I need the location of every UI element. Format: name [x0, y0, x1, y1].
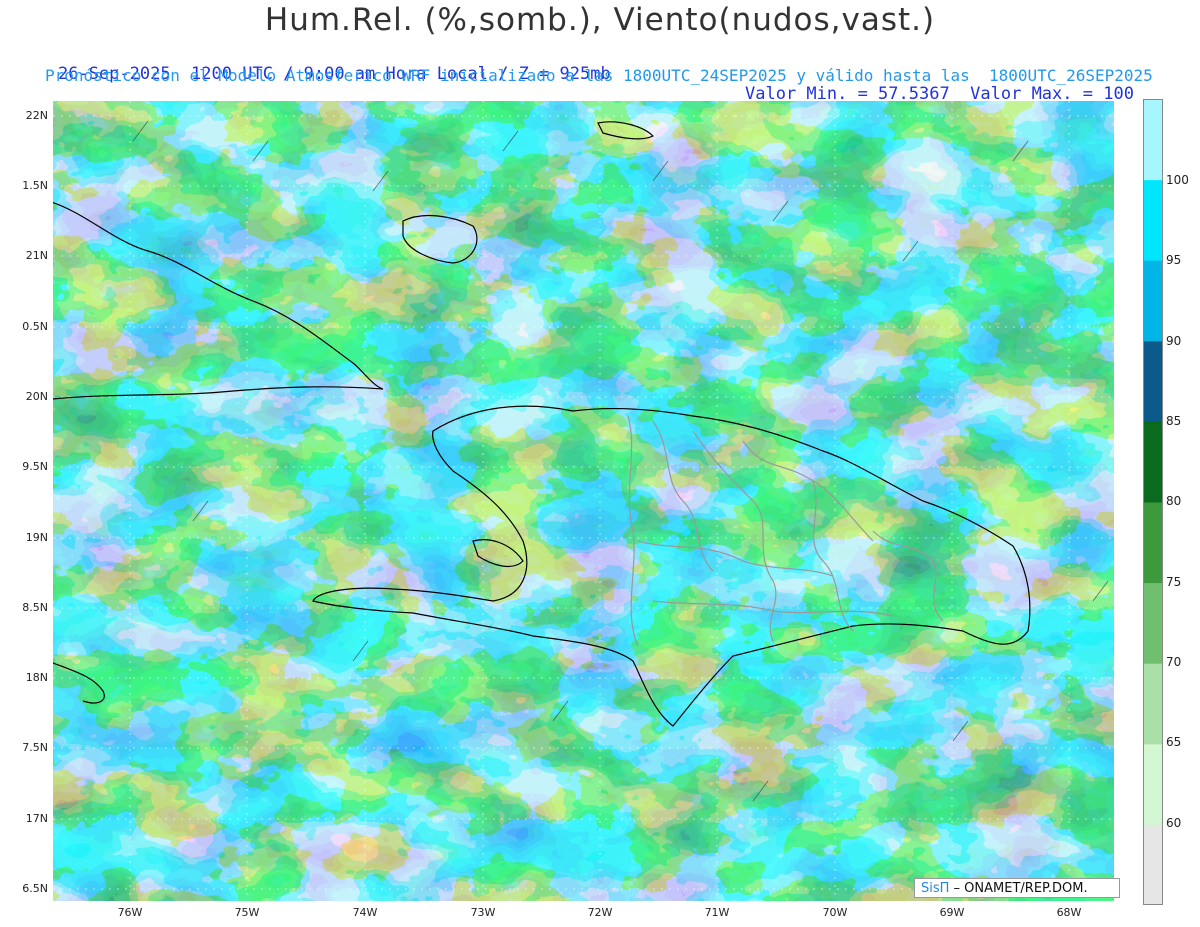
colorbar: [1143, 99, 1163, 905]
lat-label: 22N: [25, 109, 48, 122]
colorbar-label: 80: [1166, 494, 1182, 508]
colorbar-label: 60: [1166, 816, 1182, 830]
colorbar-segment: [1143, 502, 1163, 584]
colorbar-segment: [1143, 421, 1163, 503]
humidity-map: [53, 101, 1114, 901]
colorbar-label: 90: [1166, 334, 1182, 348]
colorbar-segment: [1143, 743, 1163, 825]
lat-label: 20N: [25, 390, 48, 403]
lon-label: 76W: [117, 906, 143, 919]
lat-label: 18N: [25, 671, 48, 684]
colorbar-label: 75: [1166, 575, 1182, 589]
colorbar-label: 95: [1166, 253, 1182, 267]
credit-text: – ONAMET/REP.DOM.: [949, 881, 1088, 896]
lat-label: 21N: [25, 249, 48, 262]
lat-label: 7.5N: [22, 741, 48, 754]
colorbar-segment: [1143, 99, 1163, 181]
lat-label: 0.5N: [22, 320, 48, 333]
lon-label: 75W: [234, 906, 260, 919]
lat-label: 1.5N: [22, 179, 48, 192]
credit-box: SisΠ – ONAMET/REP.DOM.: [914, 878, 1120, 898]
lon-label: 72W: [587, 906, 613, 919]
colorbar-segment: [1143, 663, 1163, 745]
sispi-logo: SisΠ: [921, 881, 950, 896]
colorbar-segment: [1143, 582, 1163, 664]
colorbar-label: 100: [1166, 173, 1189, 187]
lon-label: 74W: [352, 906, 378, 919]
colorbar-segment: [1143, 260, 1163, 342]
colorbar-label: 85: [1166, 414, 1182, 428]
lat-label: 17N: [25, 812, 48, 825]
colorbar-segment: [1143, 179, 1163, 261]
colorbar-label: 70: [1166, 655, 1182, 669]
lat-label: 19N: [25, 531, 48, 544]
lon-label: 73W: [470, 906, 496, 919]
lon-label: 69W: [939, 906, 965, 919]
lon-label: 71W: [704, 906, 730, 919]
map-title: Hum.Rel. (%,somb.), Viento(nudos,vast.): [264, 2, 936, 38]
lat-label: 6.5N: [22, 882, 48, 895]
colorbar-label: 65: [1166, 735, 1182, 749]
colorbar-segment: [1143, 340, 1163, 422]
colorbar-segment: [1143, 824, 1163, 905]
humidity-field: [53, 101, 1114, 901]
model-info-text: Pronóstico con el Modelo Atmosferico WRF…: [45, 66, 1153, 85]
lon-label: 70W: [822, 906, 848, 919]
lat-label: 8.5N: [22, 601, 48, 614]
lat-label: 9.5N: [22, 460, 48, 473]
lon-label: 68W: [1056, 906, 1082, 919]
